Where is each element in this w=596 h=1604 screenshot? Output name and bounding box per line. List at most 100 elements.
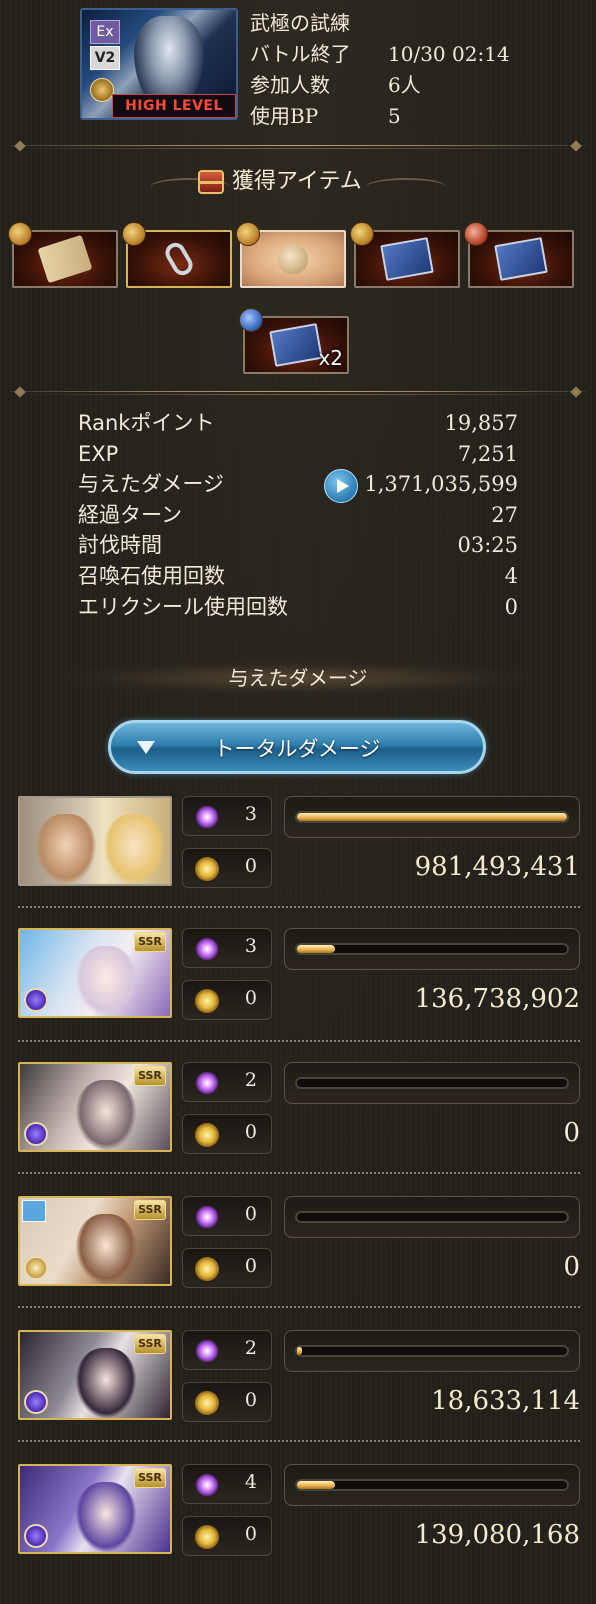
cross-count-box: 0	[182, 1114, 272, 1154]
crossed-swords-icon	[195, 1257, 219, 1281]
item-pouch[interactable]	[236, 222, 346, 288]
stat-value: 0	[504, 594, 518, 619]
quest-name: 武極の試練	[250, 11, 350, 35]
star-count-box: 4	[182, 1464, 272, 1504]
ssr-badge: SSR	[134, 1334, 166, 1354]
stat-label: エリクシール使用回数	[78, 594, 288, 619]
stat-label: Rankポイント	[78, 411, 215, 435]
item-quantity: x2	[318, 346, 343, 370]
sparkle-icon	[195, 1205, 219, 1229]
player-portrait[interactable]: SSR	[18, 1464, 172, 1554]
star-count-box: 0	[182, 1196, 272, 1236]
stat-label: 召喚石使用回数	[78, 563, 225, 588]
bp-value: 5	[388, 104, 401, 128]
stat-label: EXP	[78, 441, 119, 466]
player-row: SSR 4 0 139,080,168	[18, 1464, 580, 1588]
player-portrait[interactable]: SSR	[18, 1196, 172, 1286]
dark-element-icon	[24, 988, 48, 1012]
items-heading-label: 獲得アイテム	[232, 169, 362, 194]
damage-bar-fill	[297, 1481, 335, 1489]
star-count: 3	[244, 935, 257, 957]
total-damage-label: トータルダメージ	[213, 737, 381, 761]
ring-badge-icon	[22, 1200, 46, 1222]
damage-heading-label: 与えたダメージ	[228, 666, 368, 690]
sparkle-icon	[195, 1473, 219, 1497]
ssr-badge: SSR	[134, 932, 166, 952]
player-portrait[interactable]	[18, 796, 172, 886]
star-count: 3	[244, 803, 257, 825]
dark-element-icon	[24, 1524, 48, 1548]
stat-value: 4	[504, 563, 518, 588]
high-level-icon	[90, 78, 114, 102]
total-damage-dropdown[interactable]: トータルダメージ	[108, 720, 486, 774]
participants-value: 6人	[388, 73, 421, 97]
item-book[interactable]	[350, 222, 460, 288]
crossed-swords-icon	[195, 1123, 219, 1147]
item-ring[interactable]	[122, 222, 232, 288]
stat-row: Rankポイント 19,857	[78, 408, 518, 439]
dark-element-icon	[24, 1122, 48, 1146]
ex-badge: Ex	[90, 20, 120, 44]
quest-info: 武極の試練 バトル終了 10/30 02:14 参加人数 6人 使用BP 5	[250, 8, 510, 132]
cross-count: 0	[244, 1389, 257, 1411]
player-row: SSR 2 0 18,633,114	[18, 1330, 580, 1454]
stat-label: 与えたダメージ	[78, 472, 224, 497]
damage-bar	[284, 796, 580, 838]
treasure-chest-icon	[198, 170, 224, 194]
scroll-icon	[37, 234, 93, 284]
play-button[interactable]	[324, 469, 358, 504]
v2-badge: V2	[90, 46, 120, 70]
ring-icon	[161, 239, 197, 279]
quest-banner: Ex V2 HIGH LEVEL	[80, 8, 238, 120]
cross-count: 0	[244, 1255, 257, 1277]
crossed-swords-icon	[195, 1391, 219, 1415]
damage-heading: 与えたダメージ	[40, 660, 556, 696]
row-divider	[18, 906, 580, 908]
damage-bar-fill	[297, 813, 567, 821]
book-icon	[269, 323, 323, 367]
stat-value: 27	[491, 502, 518, 527]
battle-end-label: バトル終了	[250, 42, 351, 66]
dark-element-icon	[24, 1390, 48, 1414]
stat-value: 1,371,035,599	[364, 472, 518, 497]
damage-value: 981,493,431	[414, 852, 580, 882]
pouch-icon	[278, 244, 308, 274]
star-count: 2	[244, 1069, 257, 1091]
crossed-swords-icon	[195, 989, 219, 1013]
ssr-badge: SSR	[134, 1200, 166, 1220]
player-portrait[interactable]: SSR	[18, 1062, 172, 1152]
sparkle-icon	[195, 1339, 219, 1363]
star-count-box: 3	[182, 796, 272, 836]
damage-value: 136,738,902	[414, 984, 580, 1014]
result-stats: Rankポイント 19,857 EXP 7,251 与えたダメージ 1,371,035…	[78, 408, 518, 622]
player-row: SSR 0 0 0	[18, 1196, 580, 1320]
damage-bar	[284, 1196, 580, 1238]
light-element-icon	[24, 1256, 48, 1280]
damage-bar	[284, 1062, 580, 1104]
star-count: 2	[244, 1337, 257, 1359]
item-book[interactable]	[464, 222, 574, 288]
blue-chest-icon	[239, 308, 263, 332]
crossed-swords-icon	[195, 857, 219, 881]
cross-count-box: 0	[182, 1516, 272, 1556]
player-row: SSR 2 0 0	[18, 1062, 580, 1186]
stat-row: 与えたダメージ 1,371,035,599	[78, 469, 518, 504]
cross-count: 0	[244, 855, 257, 877]
player-portrait[interactable]: SSR	[18, 1330, 172, 1420]
star-count: 4	[244, 1471, 257, 1493]
stat-row: EXP 7,251	[78, 439, 518, 470]
bp-label: 使用BP	[250, 104, 319, 128]
stat-row: 召喚石使用回数 4	[78, 561, 518, 592]
item-scroll[interactable]	[8, 222, 118, 288]
divider	[10, 386, 586, 398]
cross-count-box: 0	[182, 1382, 272, 1422]
star-count-box: 2	[182, 1330, 272, 1370]
sparkle-icon	[195, 937, 219, 961]
player-portrait[interactable]: SSR	[18, 928, 172, 1018]
item-book[interactable]: x2	[239, 308, 349, 374]
cross-count-box: 0	[182, 848, 272, 888]
stat-row: エリクシール使用回数 0	[78, 592, 518, 623]
row-divider	[18, 1306, 580, 1308]
battle-end-value: 10/30 02:14	[388, 42, 510, 66]
gold-chest-icon	[8, 222, 32, 246]
